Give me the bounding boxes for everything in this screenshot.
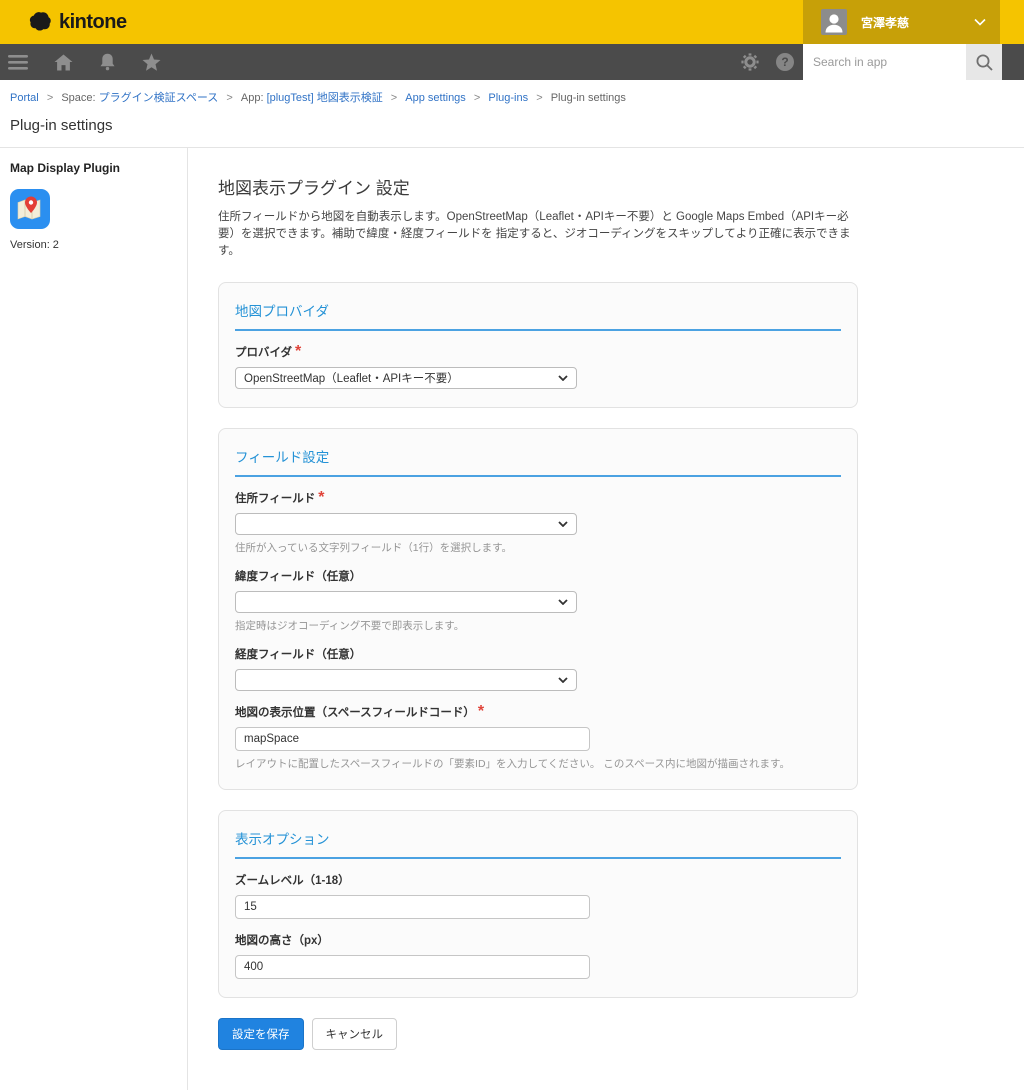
select-chevron-icon xyxy=(558,599,568,605)
field-address: 住所フィールド* 住所が入っている文字列フィールド（1行）を選択します。 xyxy=(235,489,841,555)
field-label: 経度フィールド（任意） xyxy=(235,649,361,661)
notifications-bell-icon[interactable] xyxy=(99,53,116,71)
plugin-settings-form: 地図表示プラグイン 設定 住所フィールドから地図を自動表示します。OpenStr… xyxy=(188,148,863,1090)
breadcrumb-separator: > xyxy=(474,92,480,104)
map-height-input[interactable] xyxy=(235,955,590,979)
breadcrumb-separator: > xyxy=(47,92,53,104)
select-chevron-icon xyxy=(558,375,568,381)
field-help: 指定時はジオコーディング不要で即表示します。 xyxy=(235,618,841,633)
gear-icon[interactable] xyxy=(741,53,759,71)
chevron-down-icon xyxy=(974,18,986,26)
breadcrumb-prefix-space: Space: xyxy=(61,92,98,104)
breadcrumb-prefix-app: App: xyxy=(241,92,267,104)
field-label: 住所フィールド xyxy=(235,493,315,505)
field-label: プロバイダ xyxy=(235,347,292,359)
kintone-logo[interactable]: kintone xyxy=(28,11,127,34)
breadcrumb-link-space[interactable]: プラグイン検証スペース xyxy=(99,92,219,104)
breadcrumb: Portal > Space: プラグイン検証スペース > App: [plug… xyxy=(0,80,1024,105)
page-title: Plug-in settings xyxy=(10,117,1014,134)
required-mark: * xyxy=(478,703,484,720)
save-settings-button[interactable]: 設定を保存 xyxy=(218,1018,304,1050)
plugin-version: Version: 2 xyxy=(10,239,177,251)
field-help: 住所が入っている文字列フィールド（1行）を選択します。 xyxy=(235,540,841,555)
provider-select[interactable]: OpenStreetMap（Leaflet・APIキー不要） xyxy=(235,367,577,389)
field-label: 地図の表示位置（スペースフィールドコード） xyxy=(235,707,475,719)
user-avatar xyxy=(821,9,847,35)
section-map-provider: 地図プロバイダ プロバイダ* OpenStreetMap（Leaflet・API… xyxy=(218,282,858,408)
plugin-name: Map Display Plugin xyxy=(10,161,177,175)
map-pin-plugin-icon xyxy=(10,189,50,229)
section-title: 地図プロバイダ xyxy=(235,293,841,331)
zoom-level-input[interactable] xyxy=(235,895,590,919)
map-space-input[interactable] xyxy=(235,727,590,751)
hamburger-menu-icon[interactable] xyxy=(8,55,28,70)
field-longitude: 経度フィールド（任意） xyxy=(235,645,841,691)
cancel-button[interactable]: キャンセル xyxy=(312,1018,398,1050)
toolbar: ? xyxy=(0,44,1024,80)
field-zoom-level: ズームレベル（1-18） xyxy=(235,871,841,919)
field-label: 緯度フィールド（任意） xyxy=(235,571,361,583)
breadcrumb-link-app-settings[interactable]: App settings xyxy=(405,92,466,104)
longitude-field-select[interactable] xyxy=(235,669,577,691)
breadcrumb-separator: > xyxy=(226,92,232,104)
search-input[interactable] xyxy=(803,44,966,80)
provider-select-value: OpenStreetMap（Leaflet・APIキー不要） xyxy=(244,370,459,386)
section-display-options: 表示オプション ズームレベル（1-18） 地図の高さ（px） xyxy=(218,810,858,998)
app-header: kintone 宮澤孝慈 xyxy=(0,0,1024,44)
help-icon[interactable]: ? xyxy=(776,53,794,71)
required-mark: * xyxy=(295,343,301,360)
select-chevron-icon xyxy=(558,521,568,527)
field-label: 地図の高さ（px） xyxy=(235,935,329,947)
breadcrumb-link-portal[interactable]: Portal xyxy=(10,92,39,104)
field-map-space: 地図の表示位置（スペースフィールドコード）* レイアウトに配置したスペースフィー… xyxy=(235,703,841,771)
required-mark: * xyxy=(318,489,324,506)
favorites-star-icon[interactable] xyxy=(142,53,161,71)
home-icon[interactable] xyxy=(54,54,73,71)
field-provider: プロバイダ* OpenStreetMap（Leaflet・APIキー不要） xyxy=(235,343,841,389)
address-field-select[interactable] xyxy=(235,513,577,535)
search-icon xyxy=(975,53,994,72)
breadcrumb-link-plugins[interactable]: Plug-ins xyxy=(488,92,528,104)
field-help: レイアウトに配置したスペースフィールドの「要素ID」を入力してください。 このス… xyxy=(235,756,841,771)
select-chevron-icon xyxy=(558,677,568,683)
breadcrumb-separator: > xyxy=(536,92,542,104)
content: Map Display Plugin Version: 2 地図表示プラグイン … xyxy=(0,148,1024,1090)
plugin-settings-title: 地図表示プラグイン 設定 xyxy=(218,174,863,199)
section-title: フィールド設定 xyxy=(235,439,841,477)
user-menu[interactable]: 宮澤孝慈 xyxy=(803,0,1000,44)
kintone-logo-icon xyxy=(28,11,53,34)
search-button[interactable] xyxy=(966,44,1002,80)
field-map-height: 地図の高さ（px） xyxy=(235,931,841,979)
section-field-settings: フィールド設定 住所フィールド* 住所が入っている文字列フィールド（1行）を選択… xyxy=(218,428,858,790)
field-latitude: 緯度フィールド（任意） 指定時はジオコーディング不要で即表示します。 xyxy=(235,567,841,633)
user-name: 宮澤孝慈 xyxy=(861,14,909,31)
plugin-settings-description: 住所フィールドから地図を自動表示します。OpenStreetMap（Leafle… xyxy=(218,209,863,260)
latitude-field-select[interactable] xyxy=(235,591,577,613)
form-actions: 設定を保存 キャンセル xyxy=(218,1018,863,1050)
breadcrumb-separator: > xyxy=(391,92,397,104)
breadcrumb-current: Plug-in settings xyxy=(551,92,626,104)
breadcrumb-link-app[interactable]: [plugTest] 地図表示検証 xyxy=(267,92,383,104)
section-title: 表示オプション xyxy=(235,821,841,859)
logo-text: kintone xyxy=(59,11,127,34)
plugin-sidebar: Map Display Plugin Version: 2 xyxy=(0,148,188,1090)
field-label: ズームレベル（1-18） xyxy=(235,875,350,887)
